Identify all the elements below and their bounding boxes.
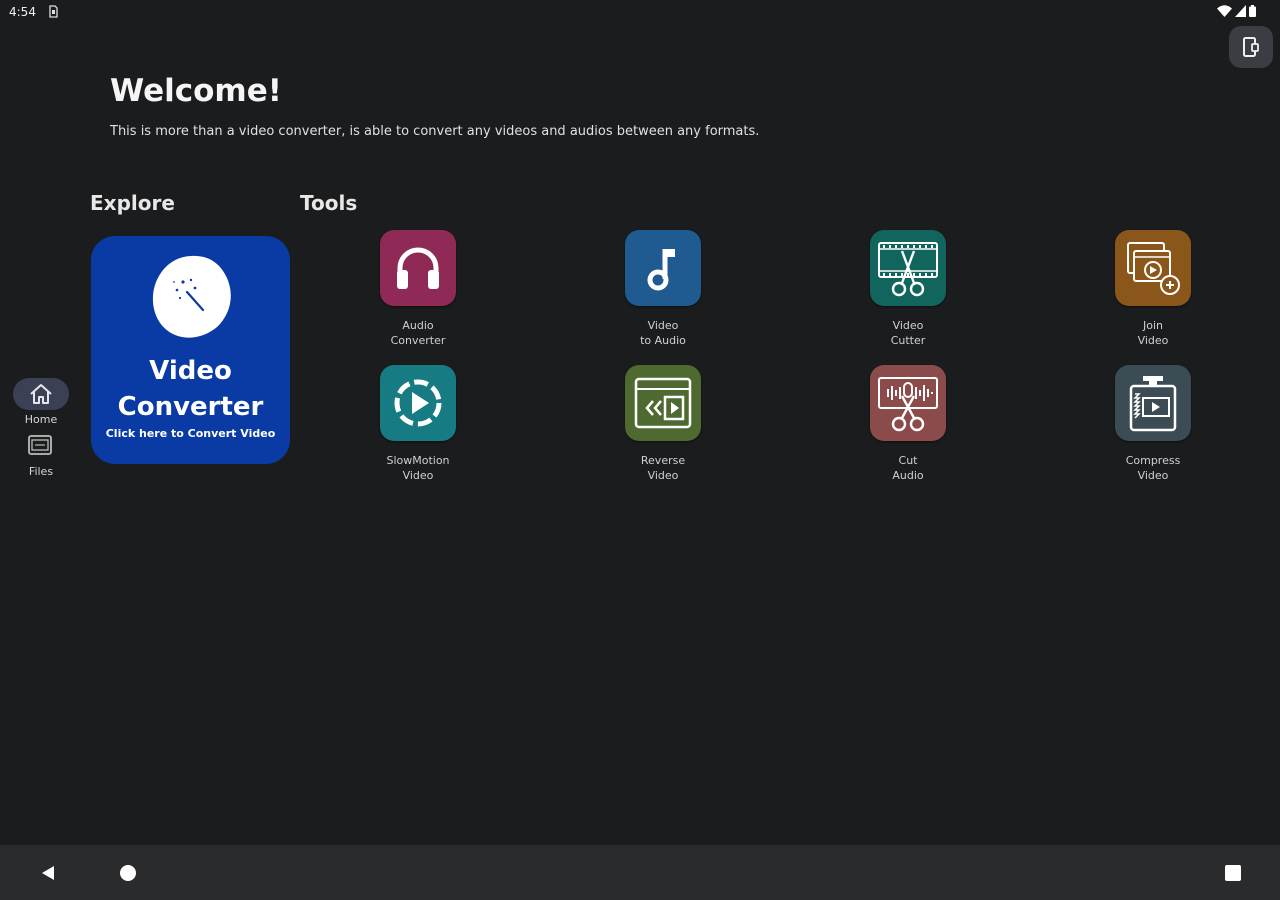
files-icon bbox=[28, 435, 52, 455]
back-button[interactable] bbox=[34, 859, 62, 887]
recents-button[interactable] bbox=[1219, 859, 1247, 887]
explore-card-title: Video Converter bbox=[91, 353, 290, 425]
tool-slow-motion-video[interactable]: SlowMotion Video bbox=[348, 365, 488, 483]
status-time: 4:54 bbox=[9, 5, 36, 19]
tool-audio-converter-label: Audio Converter bbox=[390, 319, 446, 347]
headphones-icon bbox=[397, 247, 439, 289]
tool-video-cutter-label: Video Cutter bbox=[890, 319, 926, 347]
film-scissors-icon bbox=[878, 242, 938, 297]
magic-wand-blob-icon bbox=[152, 255, 231, 338]
tool-cut-audio-tile bbox=[870, 365, 946, 441]
nav-item-home[interactable]: Home bbox=[12, 378, 70, 426]
nav-item-files-indicator bbox=[13, 430, 69, 462]
tool-compress-video[interactable]: Compress Video bbox=[1083, 365, 1223, 483]
join-video-icon bbox=[1127, 242, 1180, 295]
tool-video-cutter[interactable]: Video Cutter bbox=[838, 230, 978, 348]
tools-heading: Tools bbox=[300, 191, 358, 215]
tool-audio-converter-tile bbox=[380, 230, 456, 306]
status-indicators bbox=[1217, 5, 1256, 17]
tool-compress-video-label: Compress Video bbox=[1125, 454, 1181, 482]
explore-card-subtitle: Click here to Convert Video bbox=[105, 427, 276, 440]
welcome-description: This is more than a video converter, is … bbox=[110, 124, 760, 139]
nav-item-home-indicator bbox=[13, 378, 69, 410]
nav-rail: Home Files bbox=[12, 378, 70, 478]
tool-video-to-audio-label: Video to Audio bbox=[640, 319, 686, 347]
tool-reverse-video-tile bbox=[625, 365, 701, 441]
tool-join-video-label: Join Video bbox=[1137, 319, 1169, 347]
explore-card-title-line2: Converter bbox=[117, 392, 264, 422]
nav-item-files-label: Files bbox=[28, 465, 54, 478]
tool-join-video[interactable]: Join Video bbox=[1083, 230, 1223, 348]
tool-video-to-audio[interactable]: Video to Audio bbox=[593, 230, 733, 348]
tool-audio-converter[interactable]: Audio Converter bbox=[348, 230, 488, 348]
home-button[interactable] bbox=[114, 859, 142, 887]
phone-mode-button[interactable] bbox=[1229, 26, 1273, 68]
sim-card-icon bbox=[49, 5, 58, 18]
tool-slow-motion-video-tile bbox=[380, 365, 456, 441]
tool-compress-video-tile bbox=[1115, 365, 1191, 441]
video-converter-card[interactable]: Video Converter Click here to Convert Vi… bbox=[91, 236, 290, 464]
reverse-video-icon bbox=[634, 377, 692, 429]
tool-video-to-audio-tile bbox=[625, 230, 701, 306]
page-title: Welcome! bbox=[110, 73, 282, 109]
tool-cut-audio[interactable]: Cut Audio bbox=[838, 365, 978, 483]
slow-motion-icon bbox=[394, 379, 442, 427]
system-nav-bar bbox=[0, 845, 1280, 900]
tool-join-video-tile bbox=[1115, 230, 1191, 306]
compress-video-icon bbox=[1129, 376, 1177, 432]
home-circle-icon bbox=[120, 865, 136, 881]
battery-icon bbox=[1249, 5, 1256, 17]
tool-slow-motion-video-label: SlowMotion Video bbox=[386, 454, 450, 482]
explore-card-title-line1: Video bbox=[149, 356, 232, 386]
signal-icon bbox=[1235, 5, 1246, 17]
tool-cut-audio-label: Cut Audio bbox=[892, 454, 924, 482]
explore-heading: Explore bbox=[90, 191, 175, 215]
nav-item-home-label: Home bbox=[24, 413, 58, 426]
wifi-icon bbox=[1217, 5, 1232, 17]
music-note-icon bbox=[647, 249, 675, 291]
back-icon bbox=[42, 866, 54, 880]
status-bar: 4:54 bbox=[0, 0, 1280, 26]
phone-mode-icon bbox=[1243, 37, 1259, 57]
tool-reverse-video[interactable]: Reverse Video bbox=[593, 365, 733, 483]
nav-item-files[interactable]: Files bbox=[12, 430, 70, 478]
recents-icon bbox=[1225, 865, 1241, 881]
audio-scissors-icon bbox=[878, 377, 938, 432]
home-icon bbox=[30, 384, 52, 404]
tool-video-cutter-tile bbox=[870, 230, 946, 306]
tool-reverse-video-label: Reverse Video bbox=[640, 454, 686, 482]
